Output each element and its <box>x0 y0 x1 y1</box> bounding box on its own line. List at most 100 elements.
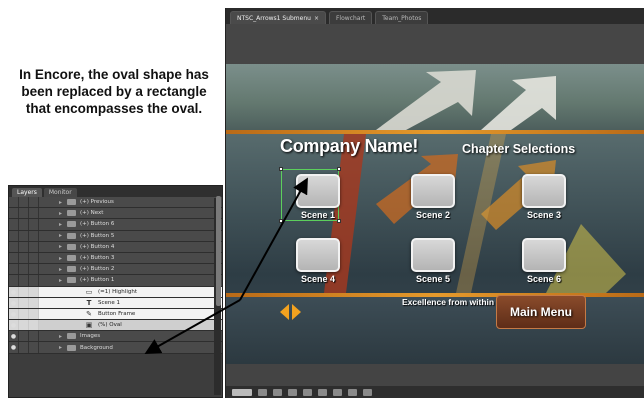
scene-1-thumbnail[interactable] <box>296 174 340 208</box>
expand-triangle-icon[interactable]: ▸ <box>59 277 67 284</box>
lock-icon[interactable] <box>19 286 29 297</box>
expand-triangle-icon[interactable]: ▸ <box>59 333 67 340</box>
scene-4-thumbnail[interactable] <box>296 238 340 272</box>
toolbar-icon[interactable] <box>363 388 372 396</box>
expand-triangle-icon[interactable]: ▸ <box>59 243 67 250</box>
eye-icon[interactable] <box>9 241 19 252</box>
eye-icon[interactable] <box>9 264 19 275</box>
lock-icon[interactable] <box>19 331 29 342</box>
eye-icon[interactable] <box>9 219 19 230</box>
toolbar-icon[interactable] <box>333 388 342 396</box>
lock-icon[interactable] <box>19 264 29 275</box>
tab-monitor[interactable]: Monitor <box>43 188 77 197</box>
lock-icon[interactable] <box>29 331 39 342</box>
toolbar-icon[interactable] <box>318 388 327 396</box>
scene-6-label[interactable]: Scene 6 <box>514 274 574 284</box>
toolbar-icon[interactable] <box>303 388 312 396</box>
scene-4-label[interactable]: Scene 4 <box>288 274 348 284</box>
main-menu-button[interactable]: Main Menu <box>496 295 586 329</box>
layers-scroll-thumb[interactable] <box>216 196 221 306</box>
eye-icon[interactable]: ● <box>9 320 19 331</box>
lock-icon[interactable] <box>29 208 39 219</box>
eye-icon[interactable]: ● <box>9 308 19 320</box>
eye-icon[interactable] <box>9 252 19 264</box>
lock-icon[interactable] <box>19 197 29 208</box>
lock-icon[interactable] <box>29 252 39 264</box>
previous-next-arrows[interactable] <box>280 304 301 320</box>
expand-triangle-icon[interactable]: ▸ <box>59 221 67 228</box>
scene-3-thumbnail[interactable] <box>522 174 566 208</box>
scene-3-label[interactable]: Scene 3 <box>514 210 574 220</box>
scene-2-thumbnail[interactable] <box>411 174 455 208</box>
expand-triangle-icon[interactable]: ▸ <box>59 232 67 239</box>
tab-layers[interactable]: Layers <box>12 188 42 197</box>
lock-icon[interactable] <box>29 320 39 331</box>
lock-icon[interactable] <box>19 308 29 320</box>
layer-row[interactable]: ▸ (+) Button 5 <box>9 230 222 242</box>
toolbar-icon[interactable] <box>273 388 282 396</box>
zoom-select[interactable] <box>232 388 252 396</box>
lock-icon[interactable] <box>19 297 29 308</box>
layer-row[interactable]: ● ✎ Button Frame <box>9 308 222 321</box>
lock-icon[interactable] <box>29 275 39 286</box>
lock-icon[interactable] <box>29 297 39 308</box>
scene-5-label[interactable]: Scene 5 <box>403 274 463 284</box>
layer-row[interactable]: ● ▭ (=1) Highlight <box>9 286 222 298</box>
expand-triangle-icon[interactable]: ▸ <box>59 199 67 206</box>
tab-flowchart[interactable]: Flowchart <box>328 11 373 24</box>
lock-icon[interactable] <box>19 275 29 286</box>
lock-icon[interactable] <box>29 264 39 275</box>
lock-icon[interactable] <box>29 197 39 208</box>
scene-5-thumbnail[interactable] <box>411 238 455 272</box>
lock-icon[interactable] <box>19 342 29 353</box>
layer-row[interactable]: ● ▸ Images <box>9 331 222 343</box>
layer-row[interactable]: ▸ (+) Button 2 <box>9 264 222 276</box>
menu-canvas[interactable]: Company Name! Chapter Selections Scene 1… <box>226 64 644 364</box>
lock-icon[interactable] <box>19 241 29 252</box>
layer-row[interactable]: ▸ (+) Button 1 <box>9 275 222 287</box>
layer-row[interactable]: ▸ (+) Previous <box>9 197 222 209</box>
eye-icon[interactable]: ● <box>9 331 19 342</box>
resize-handle[interactable] <box>279 219 283 223</box>
layer-row[interactable]: ▸ (+) Next <box>9 208 222 220</box>
eye-icon[interactable] <box>9 208 19 219</box>
expand-triangle-icon[interactable]: ▸ <box>59 266 67 273</box>
arrow-right-icon[interactable] <box>292 304 301 320</box>
eye-icon[interactable] <box>9 230 19 241</box>
lock-icon[interactable] <box>29 286 39 297</box>
company-name-title[interactable]: Company Name! <box>280 136 418 157</box>
lock-icon[interactable] <box>19 320 29 331</box>
layer-row[interactable]: ● ▣ (%) Oval <box>9 320 222 332</box>
lock-icon[interactable] <box>19 252 29 264</box>
expand-triangle-icon[interactable]: ▸ <box>59 210 67 217</box>
scene-2-label[interactable]: Scene 2 <box>403 210 463 220</box>
scene-6-thumbnail[interactable] <box>522 238 566 272</box>
eye-icon[interactable]: ● <box>9 342 19 353</box>
expand-triangle-icon[interactable]: ▸ <box>59 344 67 351</box>
tab-submenu[interactable]: NTSC_Arrows1 Submenu × <box>230 11 326 24</box>
lock-icon[interactable] <box>29 308 39 320</box>
toolbar-icon[interactable] <box>258 388 267 396</box>
arrow-left-icon[interactable] <box>280 304 289 320</box>
resize-handle[interactable] <box>337 167 341 171</box>
layer-row[interactable]: ● T Scene 1 <box>9 297 222 309</box>
lock-icon[interactable] <box>29 219 39 230</box>
lock-icon[interactable] <box>19 219 29 230</box>
expand-triangle-icon[interactable]: ▸ <box>59 255 67 262</box>
lock-icon[interactable] <box>19 208 29 219</box>
scene-1-label[interactable]: Scene 1 <box>288 210 348 220</box>
close-icon[interactable]: × <box>314 15 319 22</box>
chapter-selections-title[interactable]: Chapter Selections <box>462 142 575 156</box>
layer-row[interactable]: ▸ (+) Button 3 <box>9 252 222 265</box>
eye-icon[interactable]: ● <box>9 297 19 308</box>
lock-icon[interactable] <box>19 230 29 241</box>
lock-icon[interactable] <box>29 342 39 353</box>
eye-icon[interactable]: ● <box>9 286 19 297</box>
lock-icon[interactable] <box>29 241 39 252</box>
lock-icon[interactable] <box>29 230 39 241</box>
tab-team-photos[interactable]: Team_Photos <box>375 11 429 24</box>
resize-handle[interactable] <box>279 167 283 171</box>
layer-row[interactable]: ● ▸ Background <box>9 342 222 354</box>
eye-icon[interactable] <box>9 197 19 208</box>
layer-row[interactable]: ▸ (+) Button 6 <box>9 219 222 231</box>
